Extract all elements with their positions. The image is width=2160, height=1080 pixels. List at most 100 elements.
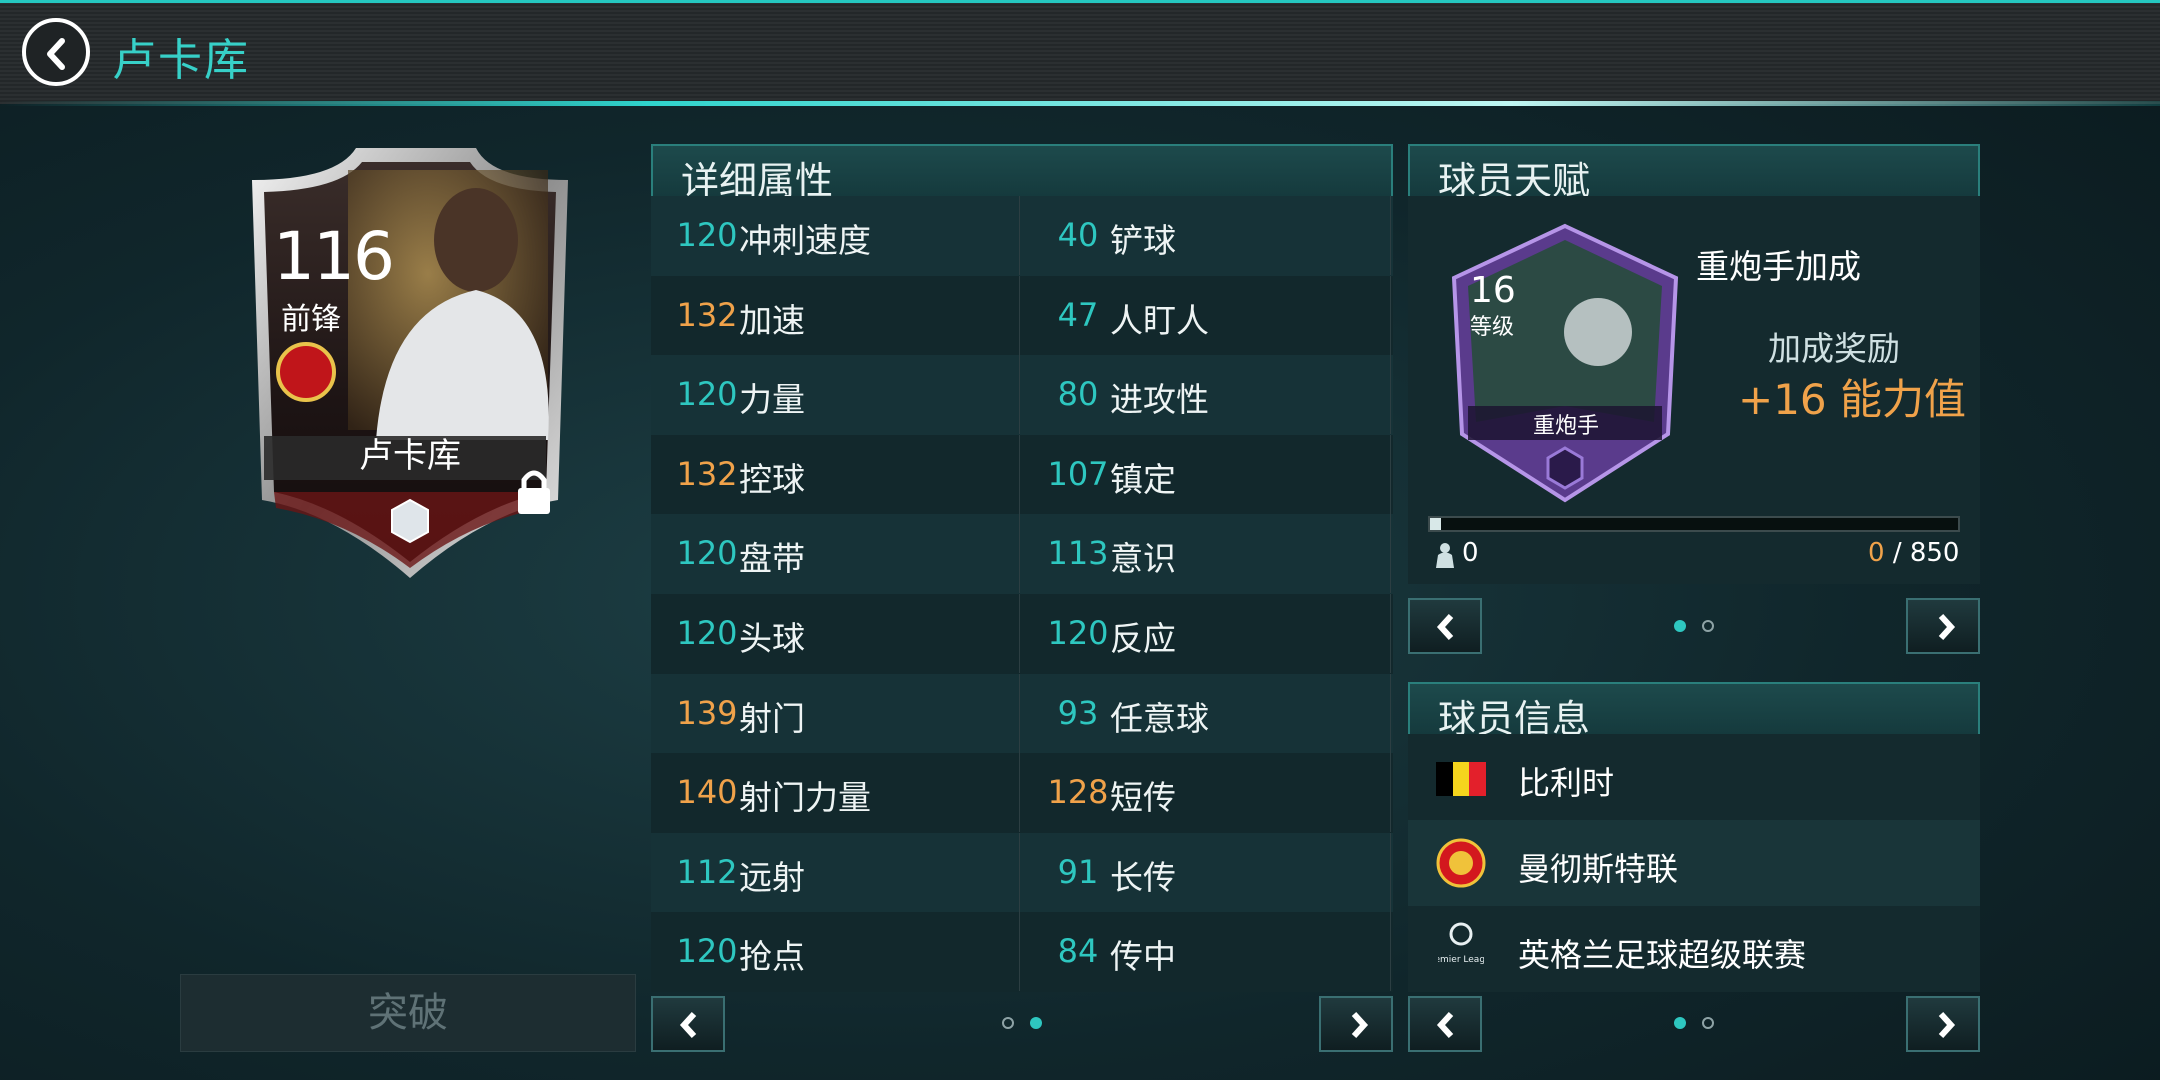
belgium-flag-icon	[1436, 762, 1486, 796]
talent-player-image	[1564, 298, 1632, 366]
attribute-name: 镇定	[1110, 459, 1176, 499]
attribute-name: 远射	[739, 857, 805, 897]
attribute-row: 120 冲刺速度 40 铲球	[651, 196, 1393, 276]
progress-total: / 850	[1892, 538, 1960, 568]
attribute-cell: 120 抢点	[651, 912, 1020, 992]
card-rating: 116	[273, 218, 395, 295]
premier-league-logo-icon: Premier League	[1438, 922, 1484, 965]
attribute-row: 120 头球 120 反应	[651, 594, 1393, 674]
page-title: 卢卡库	[112, 35, 250, 86]
attributes-prev-button[interactable]	[651, 996, 725, 1052]
card-gem-icon	[391, 498, 429, 544]
attribute-cell: 128 短传	[1022, 753, 1391, 833]
attribute-cell: 120 力量	[651, 355, 1020, 435]
chevron-left-icon	[47, 38, 65, 70]
progress-ratio: 0 / 850	[1868, 538, 1959, 568]
breakthrough-button[interactable]: 突破	[180, 974, 636, 1052]
attribute-name: 反应	[1110, 619, 1176, 658]
bonus-value: +16 能力值	[1738, 375, 1966, 424]
attribute-name: 短传	[1110, 778, 1176, 818]
attribute-cell: 84 传中	[1022, 912, 1391, 992]
attribute-row: 139 射门 93 任意球	[651, 673, 1393, 754]
card-position: 前锋	[281, 302, 341, 337]
attribute-name: 铲球	[1110, 221, 1176, 260]
attribute-row: 132 加速 47 人盯人	[651, 275, 1393, 356]
back-button[interactable]	[22, 18, 90, 86]
nationality-row[interactable]: 比利时	[1408, 734, 1980, 820]
attribute-name: 人盯人	[1110, 300, 1209, 340]
attribute-cell: 93 任意球	[1022, 673, 1391, 753]
chevron-right-icon	[1938, 1011, 1956, 1039]
attribute-name: 射门力量	[739, 778, 871, 818]
attribute-row: 112 远射 91 长传	[651, 832, 1393, 913]
attribute-name: 冲刺速度	[739, 221, 871, 260]
talent-badge-name: 重炮手	[1532, 414, 1599, 439]
player-info-header: 球员信息	[1408, 682, 1980, 741]
chevron-left-icon	[1436, 1011, 1454, 1039]
talent-header: 球员天赋	[1408, 144, 1980, 203]
attributes-page-dot-1[interactable]	[1002, 1017, 1014, 1029]
svg-text:Premier League: Premier League	[1438, 955, 1484, 965]
attribute-name: 传中	[1110, 937, 1176, 977]
attribute-cell: 113 意识	[1022, 514, 1391, 594]
chevron-left-icon	[1436, 613, 1454, 641]
club-crest-icon	[1436, 838, 1486, 888]
info-next-button[interactable]	[1906, 996, 1980, 1052]
attribute-name: 抢点	[739, 937, 805, 977]
club-badge	[276, 342, 336, 402]
card-player-name: 卢卡库	[359, 436, 461, 476]
chevron-left-icon	[679, 1011, 697, 1039]
info-page-dot-1[interactable]	[1674, 1017, 1686, 1029]
attributes-page-dot-2[interactable]	[1030, 1017, 1042, 1029]
attribute-name: 进攻性	[1110, 380, 1209, 420]
attribute-cell: 91 长传	[1022, 832, 1391, 912]
talent-next-button[interactable]	[1906, 598, 1980, 654]
attribute-cell: 40 铲球	[1022, 196, 1391, 275]
attribute-cell: 140 射门力量	[651, 753, 1020, 833]
top-bar-glow	[0, 101, 2160, 106]
club-row[interactable]: 曼彻斯特联	[1408, 820, 1980, 906]
chevron-right-icon	[1351, 1011, 1369, 1039]
attribute-cell: 112 远射	[651, 832, 1020, 912]
attribute-name: 力量	[739, 380, 805, 420]
info-page-dot-2[interactable]	[1702, 1017, 1714, 1029]
attribute-cell: 120 头球	[651, 594, 1020, 673]
player-card[interactable]	[236, 140, 584, 578]
attribute-row: 120 抢点 84 传中	[651, 912, 1393, 993]
attribute-name: 射门	[739, 698, 805, 738]
attribute-name: 控球	[739, 459, 805, 499]
attribute-row: 132 控球 107 镇定	[651, 434, 1393, 515]
club-text: 曼彻斯特联	[1518, 850, 1679, 888]
league-row[interactable]: Premier League 英格兰足球超级联赛	[1408, 906, 1980, 992]
attribute-name: 加速	[739, 300, 805, 340]
talent-level-label: 等级	[1470, 315, 1515, 340]
talent-page-dot-2[interactable]	[1702, 620, 1714, 632]
attribute-cell: 120 冲刺速度	[651, 196, 1020, 275]
attribute-cell: 132 加速	[651, 275, 1020, 355]
league-text: 英格兰足球超级联赛	[1518, 936, 1807, 974]
talent-prev-button[interactable]	[1408, 598, 1482, 654]
talent-progress-fill	[1430, 518, 1441, 530]
bonus-label: 加成奖励	[1768, 329, 1900, 368]
attributes-next-button[interactable]	[1319, 996, 1393, 1052]
attribute-cell: 132 控球	[651, 434, 1020, 514]
player-silhouette-icon	[1436, 543, 1454, 568]
attribute-cell: 139 射门	[651, 673, 1020, 753]
attributes-header: 详细属性	[651, 144, 1393, 203]
top-bar	[0, 0, 2160, 104]
attribute-row: 120 盘带 113 意识	[651, 514, 1393, 595]
attribute-cell: 47 人盯人	[1022, 275, 1391, 355]
attribute-cell: 120 反应	[1022, 594, 1391, 673]
player-head	[434, 188, 518, 292]
talent-badge[interactable]	[1448, 222, 1682, 504]
attribute-cell: 80 进攻性	[1022, 355, 1391, 435]
talent-page-dot-1[interactable]	[1674, 620, 1686, 632]
progress-count: 0	[1462, 538, 1479, 568]
progress-current: 0	[1868, 538, 1885, 568]
talent-progress-bar	[1428, 516, 1960, 532]
talent-level: 16	[1470, 270, 1516, 311]
talent-name: 重炮手加成	[1696, 247, 1861, 286]
attribute-name: 任意球	[1110, 698, 1209, 738]
info-prev-button[interactable]	[1408, 996, 1482, 1052]
talent-gem-icon	[1546, 446, 1584, 490]
